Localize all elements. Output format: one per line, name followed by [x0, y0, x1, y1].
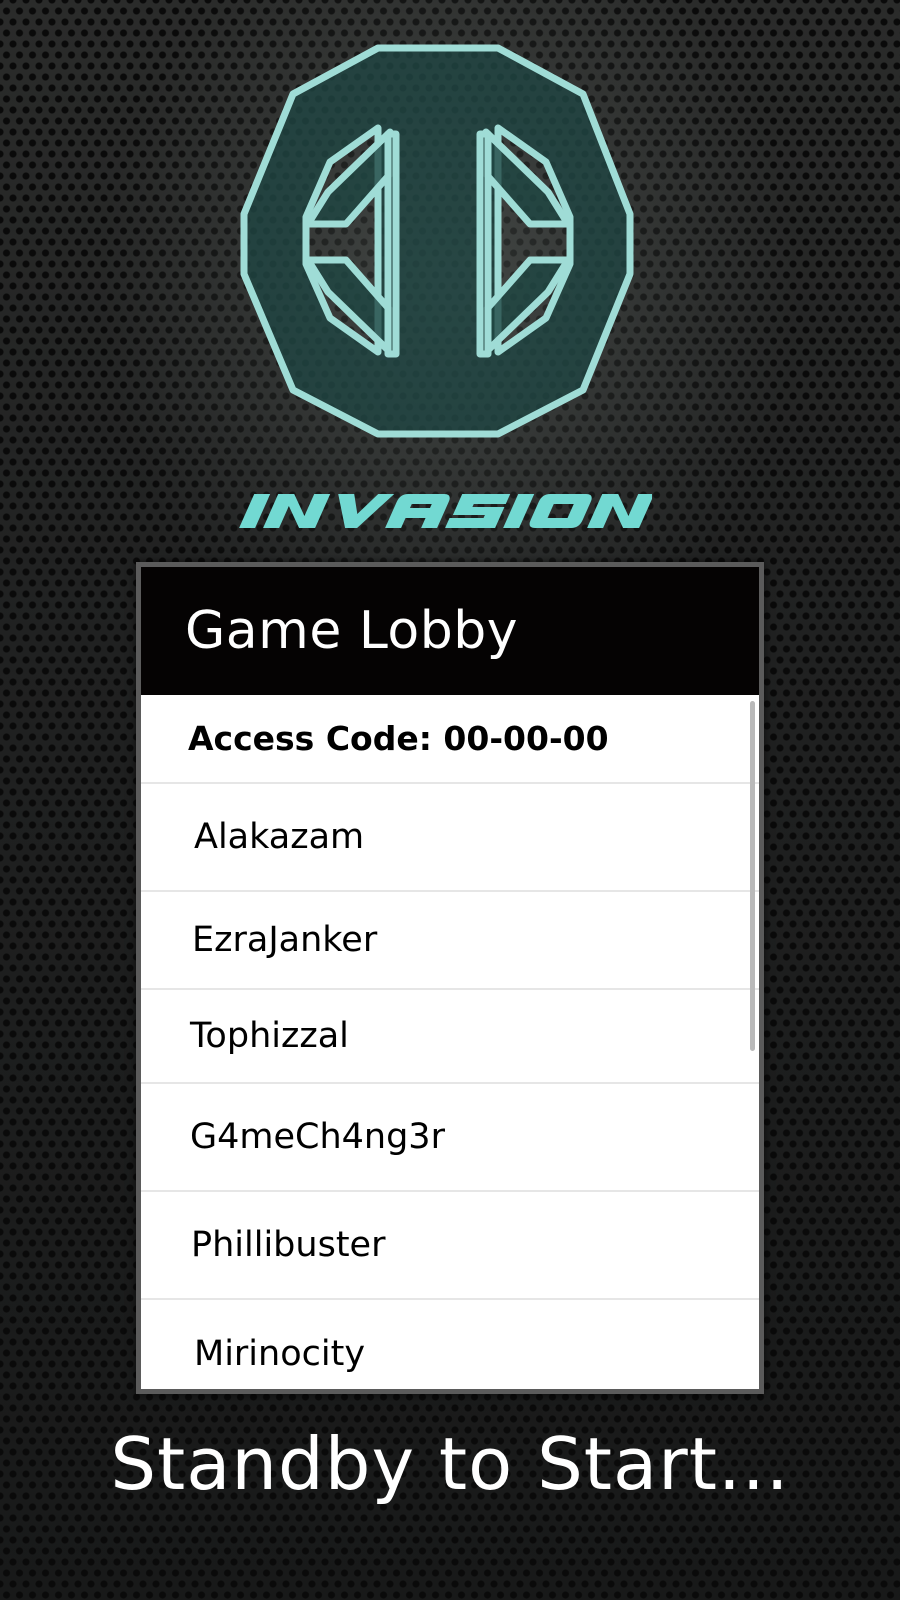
player-name: Mirinocity — [194, 1334, 366, 1374]
player-name: Phillibuster — [191, 1225, 386, 1265]
player-name: Tophizzal — [190, 1016, 349, 1056]
player-name: Alakazam — [194, 817, 365, 857]
player-list[interactable]: Access Code: 00-00-00 Alakazam EzraJanke… — [141, 695, 759, 1389]
player-name: G4meCh4ng3r — [190, 1117, 445, 1157]
game-lobby-dialog: Game Lobby Access Code: 00-00-00 Alakaza… — [136, 562, 764, 1394]
list-item[interactable]: Tophizzal — [141, 990, 759, 1084]
invasion-wordmark — [232, 490, 652, 532]
list-item[interactable]: Alakazam — [141, 784, 759, 892]
list-item[interactable]: Phillibuster — [141, 1192, 759, 1300]
status-message: Standby to Start... — [110, 1422, 790, 1506]
lobby-header: Game Lobby — [141, 567, 759, 695]
list-item[interactable]: Mirinocity — [141, 1300, 759, 1389]
list-item[interactable]: EzraJanker — [141, 892, 759, 990]
access-code-row: Access Code: 00-00-00 — [141, 695, 759, 784]
list-item[interactable]: G4meCh4ng3r — [141, 1084, 759, 1192]
list-scrollbar[interactable] — [750, 701, 755, 1051]
player-name: EzraJanker — [192, 920, 378, 960]
lobby-title: Game Lobby — [185, 601, 518, 661]
invasion-emblem-logo — [238, 42, 638, 442]
access-code-label: Access Code: 00-00-00 — [188, 719, 609, 758]
